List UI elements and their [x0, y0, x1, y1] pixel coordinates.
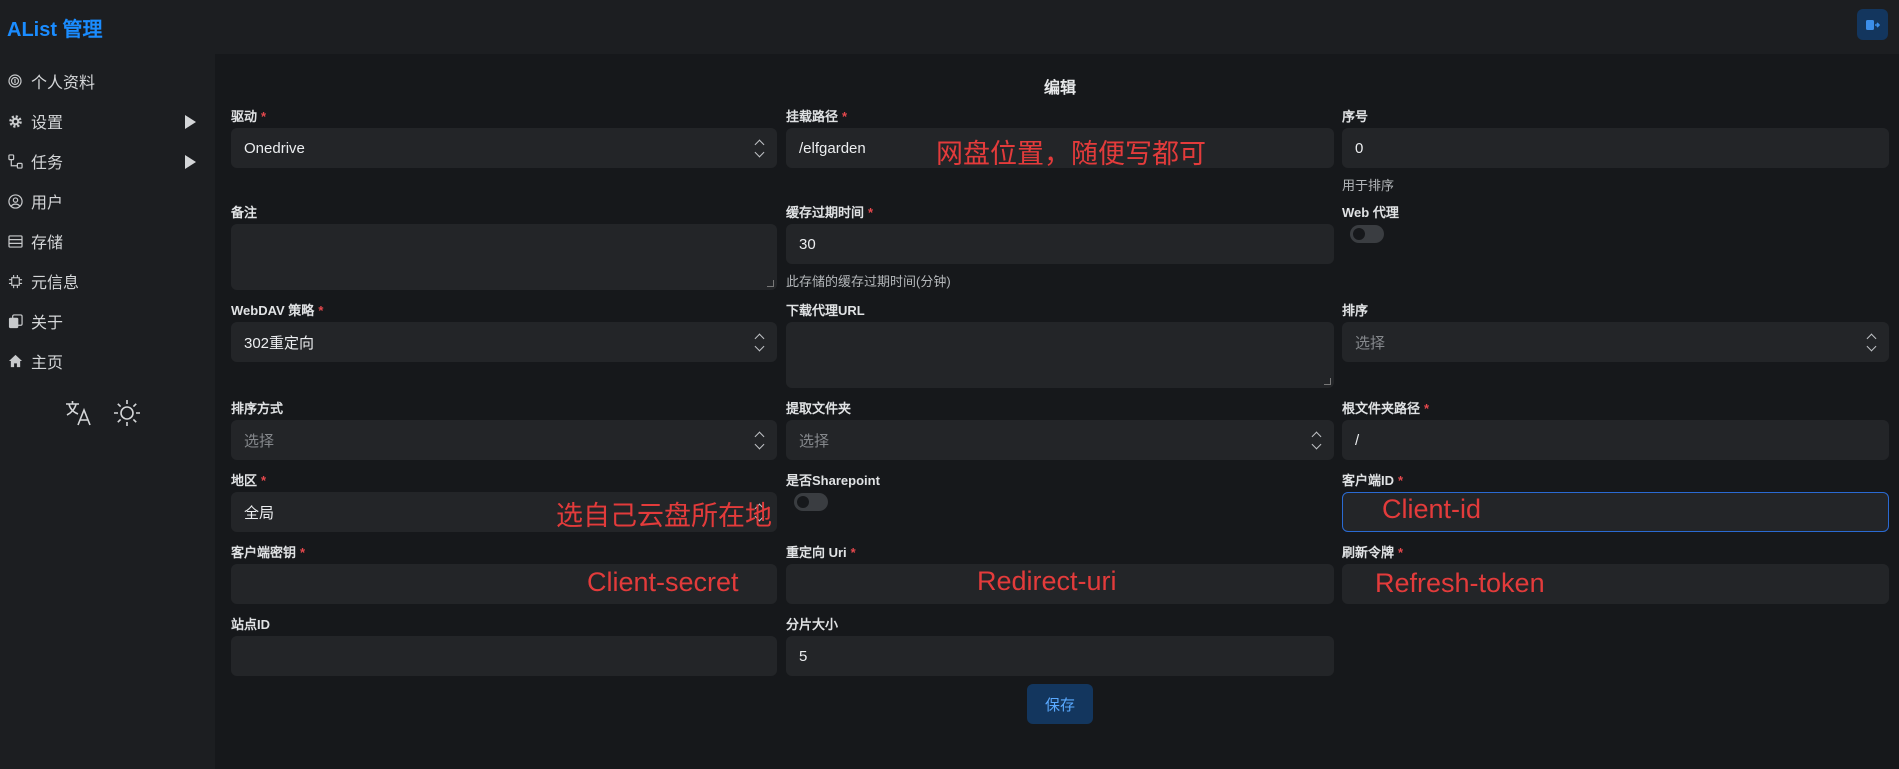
order-direction-select[interactable]: 选择: [231, 420, 777, 460]
webdav-policy-label: WebDAV 策略 *: [231, 303, 324, 318]
sidebar-item-label: 关于: [31, 315, 64, 332]
region-value: 全局: [244, 504, 275, 522]
sidebar-item-users[interactable]: 用户: [0, 184, 215, 218]
storage-icon: [7, 233, 23, 249]
web-proxy-toggle[interactable]: [1350, 225, 1384, 243]
webdav-policy-value: 302重定向: [244, 334, 315, 352]
cache-expiration-value: 30: [799, 235, 816, 253]
tasks-icon: [7, 153, 23, 169]
site-id-input[interactable]: [231, 636, 777, 676]
extract-folder-label: 提取文件夹: [786, 401, 852, 416]
down-proxy-url-textarea[interactable]: [786, 322, 1334, 388]
sidebar-item-label: 存储: [31, 235, 64, 252]
is-sharepoint-toggle[interactable]: [794, 493, 828, 511]
metadata-icon: [7, 273, 23, 289]
order-by-select[interactable]: 选择: [1342, 322, 1889, 362]
sun-icon[interactable]: [112, 398, 142, 433]
gear-icon: [7, 113, 23, 129]
annotation-redirect-uri: Redirect-uri: [977, 566, 1117, 596]
webdav-policy-select[interactable]: 302重定向: [231, 322, 777, 362]
chunk-size-input[interactable]: 5: [786, 636, 1334, 676]
driver-value: Onedrive: [244, 139, 305, 157]
remark-label: 备注: [231, 205, 258, 220]
sidebar-item-label: 设置: [31, 115, 64, 132]
order-direction-placeholder: 选择: [244, 432, 275, 450]
extract-folder-placeholder: 选择: [799, 432, 830, 450]
is-sharepoint-label: 是否Sharepoint: [786, 473, 880, 488]
sidebar-item-metadata[interactable]: 元信息: [0, 264, 215, 298]
mount-path-value: /elfgarden: [799, 139, 866, 157]
sidebar-item-storage[interactable]: 存储: [0, 224, 215, 258]
site-id-label: 站点ID: [231, 617, 271, 632]
client-secret-label: 客户端密钥 *: [231, 545, 306, 560]
client-id-label: 客户端ID *: [1342, 473, 1404, 488]
annotation-refresh-token: Refresh-token: [1375, 568, 1545, 598]
sidebar-item-label: 元信息: [31, 275, 80, 292]
app-title[interactable]: AList 管理: [7, 13, 103, 42]
order-help: 用于排序: [1342, 178, 1395, 193]
cache-expiration-input[interactable]: 30: [786, 224, 1334, 264]
logout-icon: [1865, 19, 1880, 30]
order-input[interactable]: 0: [1342, 128, 1889, 168]
sidebar-item-label: 任务: [31, 155, 64, 172]
expand-arrow-icon[interactable]: [185, 155, 196, 169]
sidebar-item-label: 用户: [31, 195, 64, 212]
expand-arrow-icon[interactable]: [185, 115, 196, 129]
language-icon[interactable]: [63, 398, 93, 433]
cache-expiration-label: 缓存过期时间 *: [786, 205, 874, 220]
web-proxy-label: Web 代理: [1342, 205, 1399, 220]
sidebar-item-home[interactable]: 主页: [0, 344, 215, 378]
extract-folder-select[interactable]: 选择: [786, 420, 1334, 460]
root-folder-path-input[interactable]: /: [1342, 420, 1889, 460]
annotation-client-id: Client-id: [1382, 494, 1482, 524]
mount-path-label: 挂载路径 *: [786, 109, 848, 124]
root-folder-path-label: 根文件夹路径 *: [1342, 401, 1430, 416]
order-by-label: 排序: [1342, 303, 1369, 318]
sidebar-item-settings[interactable]: 设置: [0, 104, 215, 138]
sidebar-item-label: 个人资料: [31, 75, 96, 92]
annotation-mount-path: 网盘位置，随便写都可: [936, 139, 1206, 169]
refresh-token-label: 刷新令牌 *: [1342, 545, 1404, 560]
logout-button[interactable]: [1857, 9, 1888, 40]
home-icon: [7, 353, 23, 369]
fingerprint-icon: [7, 73, 23, 89]
save-button[interactable]: 保存: [1027, 684, 1093, 724]
chunk-size-label: 分片大小: [786, 617, 839, 632]
page-title: 编辑: [1044, 80, 1077, 97]
sidebar-item-label: 主页: [31, 355, 64, 372]
copy-icon: [7, 313, 23, 329]
down-proxy-url-label: 下载代理URL: [786, 303, 865, 318]
order-direction-label: 排序方式: [231, 401, 284, 416]
annotation-client-secret: Client-secret: [587, 567, 739, 597]
redirect-uri-label: 重定向 Uri *: [786, 545, 856, 560]
chunk-size-value: 5: [799, 647, 808, 665]
user-icon: [7, 193, 23, 209]
order-by-placeholder: 选择: [1355, 334, 1386, 352]
order-value: 0: [1355, 139, 1364, 157]
order-label: 序号: [1342, 109, 1369, 124]
annotation-region: 选自己云盘所在地: [556, 501, 772, 531]
cache-expiration-help: 此存储的缓存过期时间(分钟): [786, 274, 951, 289]
driver-label: 驱动 *: [231, 109, 267, 124]
driver-select[interactable]: Onedrive: [231, 128, 777, 168]
top-bar: AList 管理: [0, 0, 1899, 54]
sidebar-item-profile[interactable]: 个人资料: [0, 64, 215, 98]
remark-textarea[interactable]: [231, 224, 777, 290]
sidebar-item-about[interactable]: 关于: [0, 304, 215, 338]
root-folder-path-value: /: [1355, 431, 1360, 449]
region-label: 地区 *: [231, 473, 267, 488]
sidebar: 个人资料 设置 任务 用户 存储 元信息 关于 主页: [0, 54, 215, 769]
sidebar-item-tasks[interactable]: 任务: [0, 144, 215, 178]
